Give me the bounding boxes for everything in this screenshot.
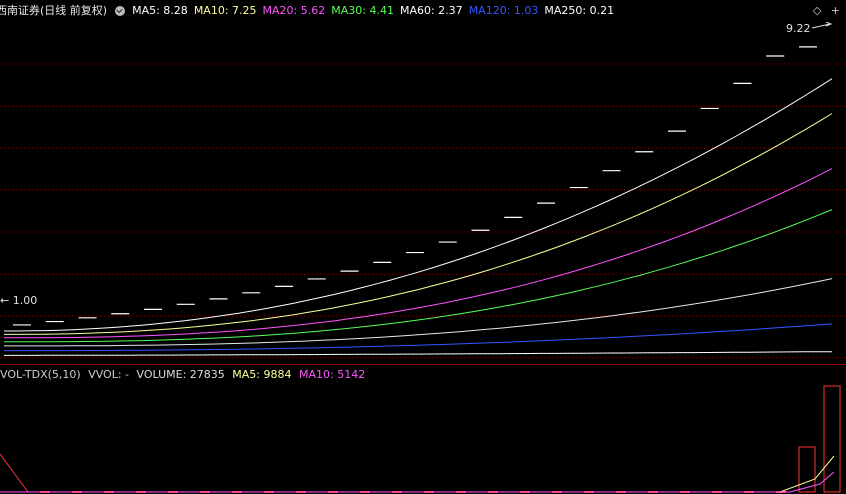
ma20-line: [4, 168, 833, 339]
ma-legend-item: MA250: 0.21: [544, 4, 615, 17]
volume-bar: [798, 446, 816, 493]
volume-bar: [823, 385, 841, 493]
ma-legend-item: MA10: 7.25: [193, 4, 257, 17]
panel-divider: [0, 364, 846, 365]
price-low-label: ← 1.00: [0, 294, 38, 307]
volume-ma5-line: [0, 455, 835, 493]
ma-legend-item: MA5: 8.28: [132, 4, 188, 17]
price-high-label: 9.22: [786, 22, 811, 35]
ma-legend-bar: 西南证券(日线 前复权) MA5: 8.28 MA10: 7.25 MA20: 5.…: [0, 0, 846, 22]
volume-ma-line: [0, 453, 29, 493]
volume-ma10-line: [0, 471, 835, 493]
ma-value-list: MA5: 8.28 MA10: 7.25 MA20: 5.62 MA30: 4.41 M…: [132, 0, 620, 22]
ma-legend-item: MA120: 1.03: [468, 4, 539, 17]
diamond-icon[interactable]: ◇: [813, 4, 821, 17]
vol-ma5-label: MA5: 9884: [232, 368, 292, 381]
ma-legend-item: MA20: 5.62: [262, 4, 326, 17]
ma120-line: [4, 323, 833, 352]
ma250-line: [4, 351, 833, 356]
ma30-line: [3, 209, 833, 343]
vvol-label: VVOL: -: [88, 368, 130, 381]
volume-indicator-bar: VOL-TDX(5,10) VVOL: - VOLUME: 27835 MA5:…: [0, 366, 369, 384]
chart-tools: ◇ +: [807, 4, 840, 17]
ma5-line: [4, 78, 833, 332]
stock-title: 西南证券(日线 前复权): [0, 4, 108, 17]
ma10-line: [4, 113, 833, 335]
vol-indicator-label[interactable]: VOL-TDX(5,10): [0, 368, 81, 381]
volume-label: VOLUME: 27835: [136, 368, 225, 381]
ma-legend-item: MA60: 2.37: [399, 4, 463, 17]
volume-chart[interactable]: [0, 384, 846, 494]
vol-ma10-label: MA10: 5142: [299, 368, 366, 381]
last-price-arrow-icon: [811, 22, 833, 29]
ma-legend-item: MA30: 4.41: [331, 4, 394, 17]
indicator-toggle-icon[interactable]: [114, 6, 125, 16]
crosshair-plus-icon[interactable]: +: [831, 4, 840, 17]
price-chart[interactable]: [0, 22, 846, 364]
